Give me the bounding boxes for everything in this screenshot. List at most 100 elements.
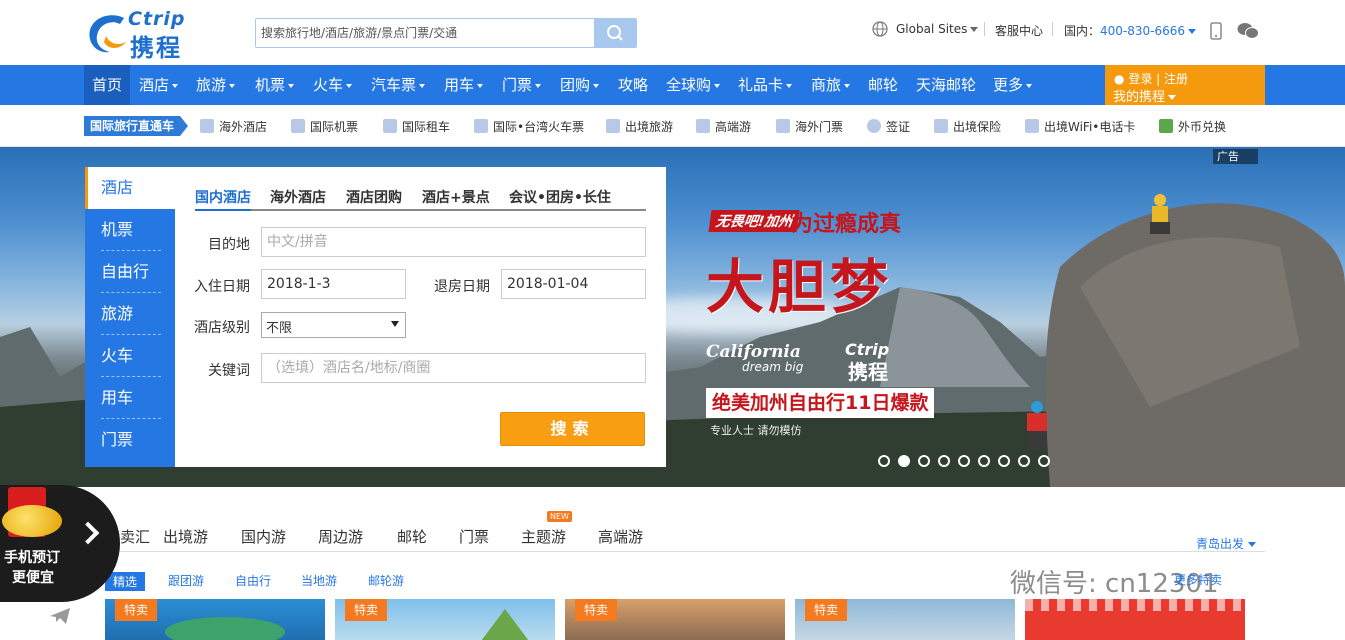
nav-item-travel[interactable]: 旅游 xyxy=(196,65,236,105)
deal-card[interactable]: 特卖 xyxy=(795,599,1015,640)
keyword-input[interactable] xyxy=(261,353,646,383)
booking-category-trains[interactable]: 火车 xyxy=(101,335,161,377)
tab-meetings[interactable]: 会议•团房•长住 xyxy=(509,187,611,207)
global-sites-link[interactable]: Global Sites xyxy=(896,22,979,36)
hotel-level-select[interactable]: 不限 xyxy=(261,312,406,338)
global-sites-label: Global Sites xyxy=(896,22,968,36)
tab-premium[interactable]: 高端游 xyxy=(598,526,643,547)
booking-category-free-travel[interactable]: 自由行 xyxy=(101,251,161,293)
subnav-outbound-tour[interactable]: 出境旅游 xyxy=(606,118,673,135)
tab-hotel-attraction[interactable]: 酒店+景点 xyxy=(422,187,490,207)
booking-category-hotel[interactable]: 酒店 xyxy=(85,167,175,209)
subnav-intl-flights[interactable]: 国际机票 xyxy=(291,118,358,135)
carousel-dot[interactable] xyxy=(938,455,950,467)
hotel-booking-form: 国内酒店 海外酒店 酒店团购 酒店+景点 会议•团房•长住 目的地 入住日期 退… xyxy=(175,167,666,467)
booking-category-flights[interactable]: 机票 xyxy=(101,209,161,251)
filter-free-travel[interactable]: 自由行 xyxy=(235,572,271,589)
subnav-visa[interactable]: 签证 xyxy=(867,118,910,135)
tab-theme[interactable]: 主题游 xyxy=(521,526,566,547)
nav-item-home[interactable]: 首页 xyxy=(84,65,131,105)
checkin-label: 入住日期 xyxy=(194,279,250,295)
nav-item-trains[interactable]: 火车 xyxy=(313,65,353,105)
tab-outbound[interactable]: 出境游 xyxy=(163,526,208,547)
nav-item-skysea-cruise[interactable]: 天海邮轮 xyxy=(916,65,976,105)
subnav-intl-car[interactable]: 国际租车 xyxy=(383,118,450,135)
filter-cruise-tour[interactable]: 邮轮游 xyxy=(368,572,404,589)
subnav-overseas-tickets[interactable]: 海外门票 xyxy=(776,118,843,135)
subnav-wifi[interactable]: 出境WiFi•电话卡 xyxy=(1025,118,1135,135)
checkout-date-input[interactable] xyxy=(501,269,646,299)
nav-item-cruise[interactable]: 邮轮 xyxy=(868,65,898,105)
chevron-down-icon xyxy=(970,27,979,32)
nav-item-bus[interactable]: 汽车票 xyxy=(371,65,426,105)
carousel-dot[interactable] xyxy=(1038,455,1050,467)
deal-card-promo[interactable] xyxy=(1025,599,1245,640)
filter-group-tour[interactable]: 跟团游 xyxy=(168,572,204,589)
wechat-icon[interactable] xyxy=(1237,22,1259,40)
register-link[interactable]: 注册 xyxy=(1164,72,1188,86)
checkin-date-input[interactable] xyxy=(261,269,406,299)
departure-city-select[interactable]: 青岛出发 xyxy=(1196,535,1257,552)
subnav-label: 出境WiFi•电话卡 xyxy=(1044,120,1136,134)
customer-service-link[interactable]: 客服中心 xyxy=(995,22,1043,39)
nav-item-tickets[interactable]: 门票 xyxy=(502,65,542,105)
deal-card[interactable]: 特卖 xyxy=(105,599,325,640)
carousel-dot[interactable] xyxy=(878,455,890,467)
subnav-overseas-hotel[interactable]: 海外酒店 xyxy=(200,118,267,135)
site-search-input[interactable] xyxy=(256,19,594,47)
nav-item-car[interactable]: 用车 xyxy=(444,65,484,105)
hotline[interactable]: 国内：400-830-6666 xyxy=(1064,22,1197,39)
nav-item-global-shop[interactable]: 全球购 xyxy=(666,65,721,105)
tab-overseas-hotel[interactable]: 海外酒店 xyxy=(270,187,326,207)
deal-card[interactable]: 特卖 xyxy=(565,599,785,640)
subnav-premium-tour[interactable]: 高端游 xyxy=(696,118,751,135)
hotel-search-button[interactable]: 搜索 xyxy=(500,412,645,446)
tab-tickets[interactable]: 门票 xyxy=(459,526,489,547)
gold-coins-icon xyxy=(2,505,62,537)
tab-cruise[interactable]: 邮轮 xyxy=(397,526,427,547)
login-link[interactable]: 登录 xyxy=(1128,72,1152,86)
subnav-intl-train[interactable]: 国际•台湾火车票 xyxy=(474,118,584,135)
nav-item-gift-card[interactable]: 礼品卡 xyxy=(738,65,793,105)
shield-icon xyxy=(934,119,948,133)
my-ctrip-menu[interactable]: 我的携程 xyxy=(1113,86,1177,105)
carousel-dot[interactable] xyxy=(998,455,1010,467)
booking-category-tickets[interactable]: 门票 xyxy=(101,419,161,461)
chevron-down-icon xyxy=(786,83,793,88)
carousel-dot[interactable] xyxy=(1018,455,1030,467)
filter-local-tour[interactable]: 当地游 xyxy=(301,572,337,589)
carousel-dot[interactable] xyxy=(918,455,930,467)
nav-item-hotel[interactable]: 酒店 xyxy=(139,65,179,105)
booking-category-travel[interactable]: 旅游 xyxy=(101,293,161,335)
chevron-down-icon xyxy=(844,83,851,88)
nav-item-business[interactable]: 商旅 xyxy=(811,65,851,105)
deal-card[interactable]: 特卖 xyxy=(335,599,555,640)
mobile-phone-icon[interactable] xyxy=(1210,22,1222,40)
nav-item-group-buy[interactable]: 团购 xyxy=(560,65,600,105)
tab-domestic[interactable]: 国内游 xyxy=(241,526,286,547)
carousel-dot[interactable] xyxy=(978,455,990,467)
carousel-dot[interactable] xyxy=(958,455,970,467)
plane-icon[interactable] xyxy=(48,604,72,626)
nav-item-label: 机票 xyxy=(255,76,286,94)
tab-hotel-group-buy[interactable]: 酒店团购 xyxy=(346,187,402,207)
hotel-level-value: 不限 xyxy=(266,321,293,336)
nav-item-flights[interactable]: 机票 xyxy=(255,65,295,105)
ctrip-logo[interactable]: Ctrip 携程 xyxy=(84,8,209,62)
search-button[interactable] xyxy=(594,19,636,47)
tab-domestic-hotel[interactable]: 国内酒店 xyxy=(195,187,251,211)
more-deals-link[interactable]: 更多特卖 xyxy=(1174,571,1222,588)
destination-input[interactable] xyxy=(261,227,646,257)
subnav-insurance[interactable]: 出境保险 xyxy=(934,118,1001,135)
carousel-dot-active[interactable] xyxy=(898,455,910,467)
mobile-app-float-ad[interactable]: 手机预订 更便宜 xyxy=(0,485,120,602)
booking-category-car[interactable]: 用车 xyxy=(101,377,161,419)
logo-wordmark-cn: 携程 xyxy=(130,34,182,62)
nav-item-more[interactable]: 更多 xyxy=(993,65,1033,105)
chevron-down-icon xyxy=(391,321,399,327)
nav-item-guides[interactable]: 攻略 xyxy=(618,65,648,105)
building-icon xyxy=(200,119,214,133)
tab-nearby[interactable]: 周边游 xyxy=(318,526,363,547)
filter-featured[interactable]: 精选 xyxy=(105,572,146,591)
subnav-currency[interactable]: 外币兑换 xyxy=(1159,118,1226,135)
